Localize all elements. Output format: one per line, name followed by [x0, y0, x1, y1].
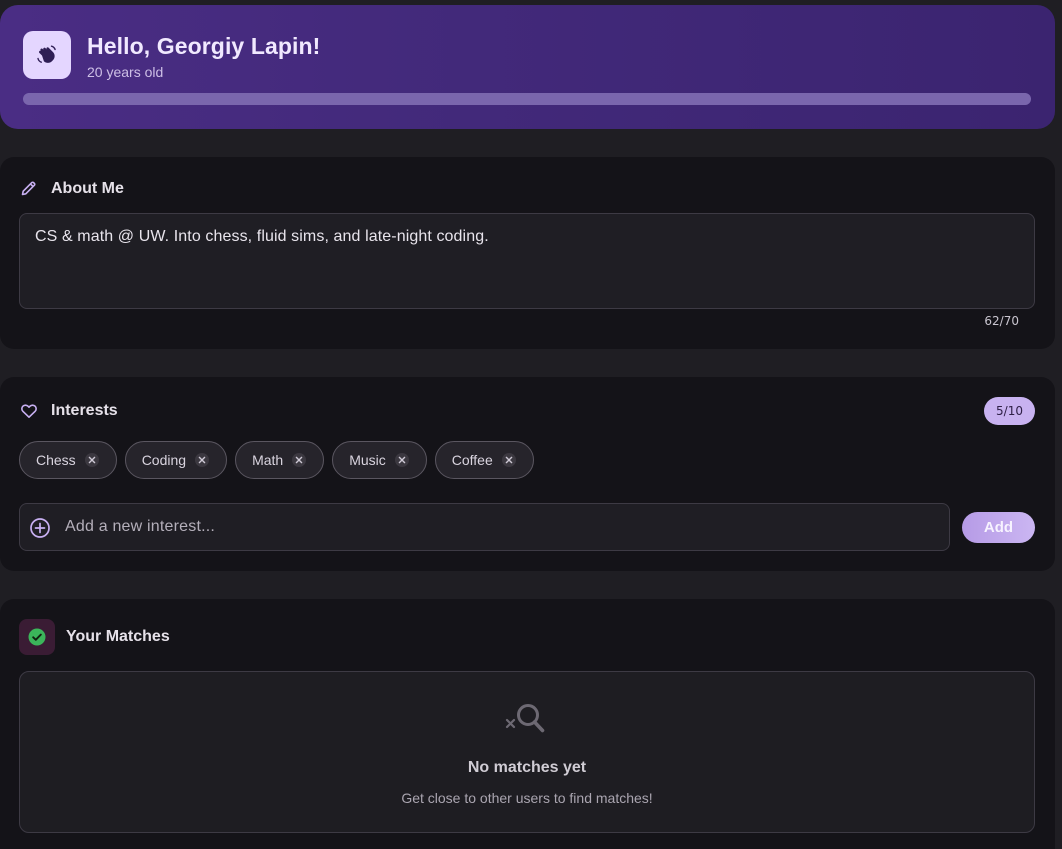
interests-count-badge: 5/10 [984, 397, 1035, 425]
matches-card: Your Matches No matches yet Get close to… [0, 599, 1055, 849]
matches-title: Your Matches [66, 628, 170, 645]
interest-chip-label: Math [252, 452, 284, 468]
about-me-card: About Me CS & math @ UW. Into chess, flu… [0, 157, 1055, 349]
age-subtitle: 20 years old [87, 64, 164, 80]
heart-icon [20, 402, 38, 420]
add-interest-button[interactable]: Add [962, 512, 1035, 543]
remove-icon[interactable] [394, 452, 410, 468]
add-interest-field[interactable] [19, 503, 950, 551]
interest-chip[interactable]: Math [235, 441, 325, 479]
remove-icon[interactable] [291, 452, 307, 468]
profile-header: Hello, Georgiy Lapin! 20 years old [0, 5, 1055, 129]
about-me-textarea[interactable]: CS & math @ UW. Into chess, fluid sims, … [19, 213, 1035, 309]
search-off-icon [503, 700, 549, 740]
interest-chip-label: Coding [141, 452, 187, 468]
about-me-title: About Me [51, 180, 124, 197]
add-interest-input[interactable] [63, 504, 933, 550]
remove-icon[interactable] [194, 452, 210, 468]
interest-chip-label: Music [349, 452, 386, 468]
interest-chip[interactable]: Coding [124, 441, 228, 479]
interest-chip[interactable]: Chess [19, 441, 117, 479]
empty-state-subtitle: Get close to other users to find matches… [401, 790, 653, 806]
interest-chip-label: Chess [36, 452, 76, 468]
interest-chip[interactable]: Coffee [434, 441, 534, 479]
interest-chips: Chess Coding Math Music Coffee [19, 441, 534, 479]
waving-hand-icon [23, 31, 71, 79]
interest-chip-label: Coffee [451, 452, 493, 468]
interests-card: Interests 5/10 Chess Coding Math Music C… [0, 377, 1055, 571]
profile-progress-fill [23, 93, 1031, 105]
interest-chip[interactable]: Music [332, 441, 427, 479]
profile-progress-bar [23, 93, 1031, 105]
remove-icon[interactable] [501, 452, 517, 468]
matches-empty-state: No matches yet Get close to other users … [19, 671, 1035, 833]
empty-state-title: No matches yet [467, 759, 587, 776]
check-circle-icon [19, 619, 55, 655]
plus-circle-icon [29, 517, 51, 539]
remove-icon[interactable] [84, 452, 100, 468]
character-counter: 62/70 [984, 314, 1019, 328]
pencil-icon [20, 179, 38, 197]
interests-title: Interests [51, 402, 118, 419]
greeting-title: Hello, Georgiy Lapin! [87, 33, 321, 59]
